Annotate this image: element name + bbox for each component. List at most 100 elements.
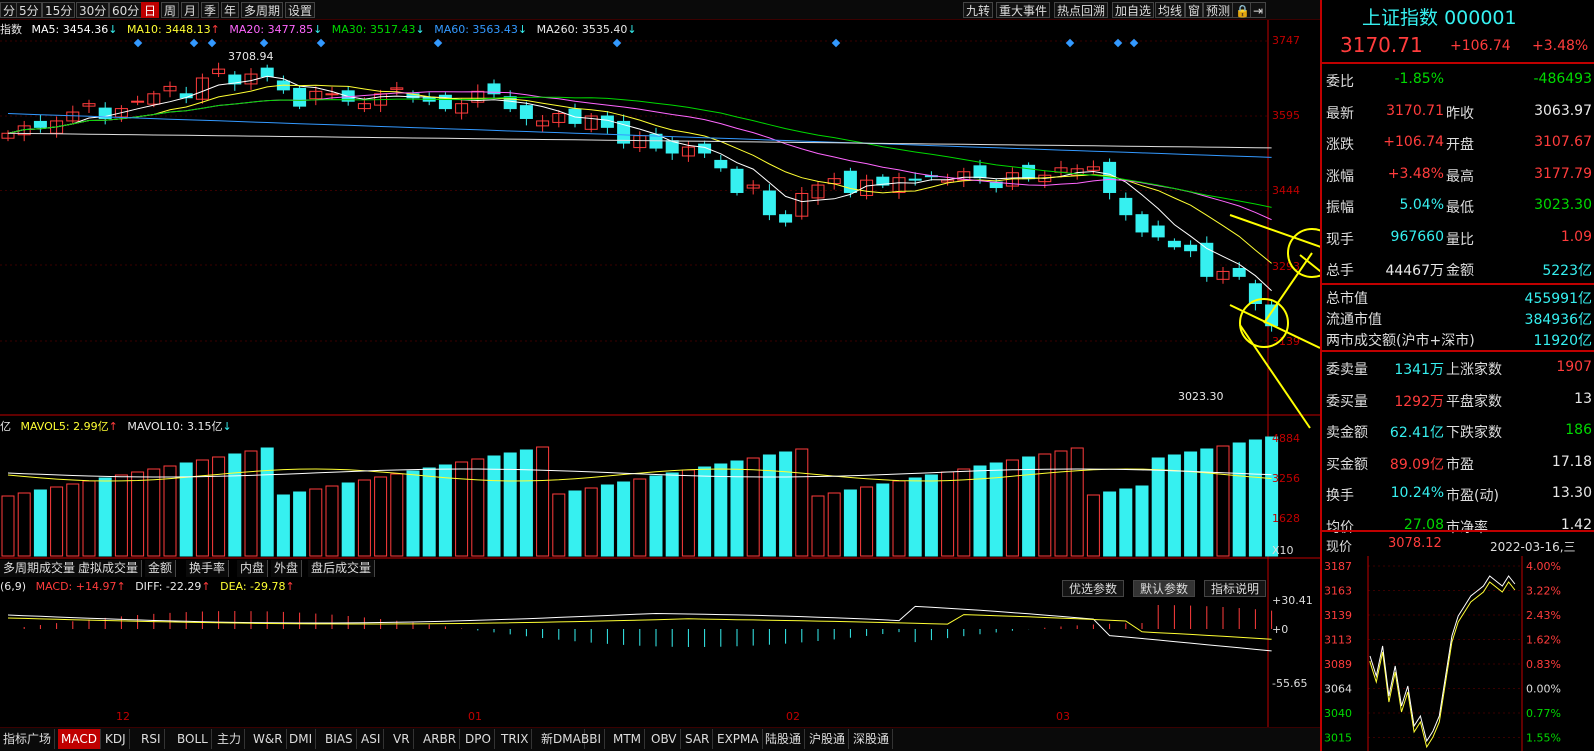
tool-jiuzhuan[interactable]: 九转 xyxy=(963,2,994,18)
x-axis-label: 01 xyxy=(468,710,482,723)
quote-label: 金额 xyxy=(1446,263,1474,279)
tab-indicator[interactable]: MTM xyxy=(610,729,646,749)
quote-value: 1.09 xyxy=(1560,228,1592,245)
tab-indicator[interactable]: BOLL xyxy=(174,729,212,749)
default-params-button[interactable]: 默认参数 xyxy=(1133,580,1196,597)
period-settings[interactable]: 设置 xyxy=(285,2,316,18)
tab-indicator[interactable]: 主力 xyxy=(214,729,246,749)
candle-body xyxy=(325,93,339,96)
tab-indicator[interactable]: MACD xyxy=(58,729,101,749)
volume-bar xyxy=(924,474,938,557)
tab-indicator[interactable]: KDJ xyxy=(102,729,130,749)
quote-value: 967660 xyxy=(1390,228,1444,245)
candle-body xyxy=(1119,197,1133,216)
tab-indicator[interactable]: BIAS xyxy=(322,729,357,749)
volume-bar xyxy=(195,459,209,557)
optimal-params-button[interactable]: 优选参数 xyxy=(1062,580,1125,597)
volume-bar xyxy=(681,469,695,557)
tab-after-hours[interactable]: 盘后成交量 xyxy=(308,560,376,577)
tool-forecast[interactable]: 预测 xyxy=(1203,2,1234,18)
quote-panel: 上证指数 000001 3170.71 +106.74 +3.48% 委比 -1.… xyxy=(1320,0,1594,751)
event-marker xyxy=(189,38,199,48)
tab-amount[interactable]: 金额 xyxy=(145,560,177,577)
tool-major-events[interactable]: 重大事件 xyxy=(996,2,1051,18)
mini-axis-label: 2.43% xyxy=(1526,609,1561,622)
tool-ma-lines[interactable]: 均线 xyxy=(1155,2,1186,18)
volume-bar xyxy=(1054,450,1068,557)
quote-value: 3023.30 xyxy=(1534,197,1592,213)
period-multi[interactable]: 多周期 xyxy=(241,2,284,18)
kline-chart[interactable] xyxy=(0,20,1320,730)
tab-indicator[interactable]: SAR xyxy=(682,729,714,749)
volume-axis-label: 4884 xyxy=(1272,432,1300,445)
market-label: 总市值 xyxy=(1326,291,1368,307)
tab-indicator[interactable]: DMI xyxy=(286,729,317,749)
tab-indicator[interactable]: BBI xyxy=(578,729,606,749)
mini-axis-label: 0.83% xyxy=(1526,658,1561,671)
tab-indicator[interactable]: ARBR xyxy=(420,729,461,749)
event-marker xyxy=(133,38,143,48)
volume-bar xyxy=(131,471,145,557)
period-30min[interactable]: 30分 xyxy=(76,2,110,18)
tab-virtual-volume[interactable]: 虚拟成交量 xyxy=(75,560,143,577)
macd-legend: (6,9) MACD: +14.97↑ DIFF: -22.29↑ DEA: -… xyxy=(0,580,301,593)
quote-value: 5.04% xyxy=(1399,197,1444,213)
volume-bar xyxy=(1248,439,1262,557)
tab-indicator[interactable]: TRIX xyxy=(498,729,533,749)
quote-label: 委卖量 xyxy=(1326,362,1368,378)
volume-bar xyxy=(860,486,874,557)
tab-turnover[interactable]: 换手率 xyxy=(186,560,230,577)
tool-hotspot-review[interactable]: 热点回溯 xyxy=(1054,2,1109,18)
quote-value: 44467万 xyxy=(1385,263,1444,279)
quote-row: 换手 10.24% 市盈(动) 13.30 xyxy=(1322,478,1594,508)
period-60min[interactable]: 60分 xyxy=(109,2,143,18)
tab-indicator[interactable]: RSI xyxy=(138,729,165,749)
tool-add-watchlist[interactable]: 加自选 xyxy=(1112,2,1155,18)
quote-value: 1292万 xyxy=(1394,393,1444,410)
tab-indicator[interactable]: EXPMA xyxy=(714,729,763,749)
period-day[interactable]: 日 xyxy=(141,2,160,18)
mini-axis-label: 0.77% xyxy=(1526,707,1561,720)
period-year[interactable]: 年 xyxy=(221,2,240,18)
tab-inner[interactable]: 内盘 xyxy=(237,560,269,577)
period-15min[interactable]: 15分 xyxy=(42,2,76,18)
quote-value: +3.48% xyxy=(1387,165,1444,182)
tab-indicator[interactable]: VR xyxy=(390,729,414,749)
mavol5-label: MAVOL5: 2.99亿↑ xyxy=(20,420,118,433)
tab-indicator[interactable]: ASI xyxy=(358,729,385,749)
tool-window[interactable]: 窗 xyxy=(1185,2,1204,18)
intraday-chart[interactable]: 3187 4.00% 3163 3.22% 3139 2.43% 3113 1.62% 3089… xyxy=(1322,556,1594,751)
candle-body xyxy=(293,87,307,107)
quote-row: 总手 44467万 金额 5223亿 xyxy=(1322,253,1594,283)
quote-label: 涨跌 xyxy=(1326,137,1354,153)
period-week[interactable]: 周 xyxy=(161,2,180,18)
mini-axis-label: 3.22% xyxy=(1526,585,1561,598)
tab-indicator[interactable]: W&R xyxy=(250,729,287,749)
quote-value: 3063.97 xyxy=(1534,102,1592,119)
indicator-help-button[interactable]: 指标说明 xyxy=(1204,580,1267,597)
period-month[interactable]: 月 xyxy=(181,2,200,18)
period-quarter[interactable]: 季 xyxy=(201,2,220,18)
tab-multi-volume[interactable]: 多周期成交量 xyxy=(0,560,80,577)
tab-indicator[interactable]: 指标广场 xyxy=(0,729,56,749)
candle-body xyxy=(33,120,47,128)
volume-bar xyxy=(1216,445,1230,557)
tab-indicator[interactable]: 沪股通 xyxy=(806,729,850,749)
period-5min[interactable]: 5分 xyxy=(16,2,42,18)
mini-axis-label: 0.00% xyxy=(1526,683,1561,696)
tab-indicator[interactable]: DPO xyxy=(462,729,495,749)
tab-outer[interactable]: 外盘 xyxy=(271,560,303,577)
intraday-price: 3078.12 xyxy=(1388,536,1442,551)
quote-label: 量比 xyxy=(1446,231,1474,248)
market-row: 流通市值 384936亿 xyxy=(1322,307,1594,328)
volume-bar xyxy=(455,461,469,557)
tab-indicator[interactable]: OBV xyxy=(648,729,681,749)
ma-line xyxy=(7,91,1272,221)
collapse-panel-icon[interactable]: ⇥ xyxy=(1250,2,1267,18)
tab-indicator[interactable]: 深股通 xyxy=(850,729,894,749)
macd-axis-label: +0 xyxy=(1272,623,1289,636)
divider xyxy=(1322,283,1594,285)
volume-bar xyxy=(536,446,550,557)
market-label: 两市成交额(沪市+深市) xyxy=(1326,333,1475,349)
tab-indicator[interactable]: 陆股通 xyxy=(762,729,806,749)
